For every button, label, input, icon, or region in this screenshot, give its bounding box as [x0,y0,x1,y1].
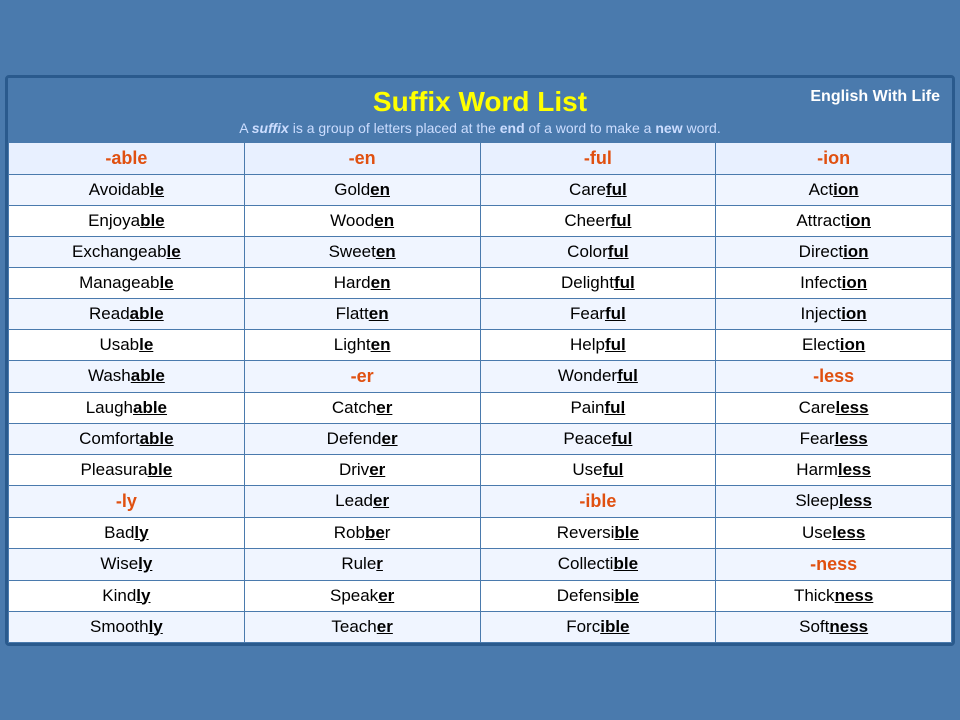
table-cell: Defensible [480,580,716,611]
table-row: Washable-erWonderful-less [9,360,952,392]
table-cell: Wonderful [480,360,716,392]
table-row: ReadableFlattenFearfulInjection [9,298,952,329]
table-cell: -en [244,142,480,174]
table-cell: Sweeten [244,236,480,267]
table-cell: Washable [9,360,245,392]
table-cell: Usable [9,329,245,360]
table-cell: Smoothly [9,611,245,642]
subtitle-suffix-word: suffix [252,120,289,136]
table-cell: -ful [480,142,716,174]
table-cell: -ible [480,485,716,517]
table-cell: Leader [244,485,480,517]
table-cell: Robber [244,517,480,548]
subtitle-end-word: end [500,120,525,136]
table-cell: Enjoyable [9,205,245,236]
table-row: SmoothlyTeacherForcibleSoftness [9,611,952,642]
table-cell: Harden [244,267,480,298]
table-cell: Election [716,329,952,360]
table-cell: -able [9,142,245,174]
table-cell: Colorful [480,236,716,267]
subtitle-new-word: new [655,120,682,136]
table-cell: Ruler [244,548,480,580]
table-row: PleasurableDriverUsefulHarmless [9,454,952,485]
table-cell: Readable [9,298,245,329]
table-cell: Wisely [9,548,245,580]
table-row: AvoidableGoldenCarefulAction [9,174,952,205]
table-cell: Golden [244,174,480,205]
header: Suffix Word List A suffix is a group of … [8,78,952,142]
table-row: BadlyRobberReversibleUseless [9,517,952,548]
table-cell: Sleepless [716,485,952,517]
table-cell: Flatten [244,298,480,329]
table-cell: -less [716,360,952,392]
table-cell: Direction [716,236,952,267]
table-row: -lyLeader-ibleSleepless [9,485,952,517]
table-cell: Reversible [480,517,716,548]
table-wrapper: -able-en-ful-ionAvoidableGoldenCarefulAc… [8,142,952,643]
table-cell: Careless [716,392,952,423]
table-row: WiselyRulerCollectible-ness [9,548,952,580]
table-cell: Useless [716,517,952,548]
table-cell: Attraction [716,205,952,236]
table-cell: Driver [244,454,480,485]
page-title: Suffix Word List [20,86,940,118]
table-cell: Fearful [480,298,716,329]
table-cell: Harmless [716,454,952,485]
table-cell: Teacher [244,611,480,642]
table-cell: Lighten [244,329,480,360]
table-cell: Exchangeable [9,236,245,267]
table-row: ExchangeableSweetenColorfulDirection [9,236,952,267]
table-cell: Manageable [9,267,245,298]
table-cell: Peaceful [480,423,716,454]
table-cell: Injection [716,298,952,329]
brand-label: English With Life [810,88,940,106]
table-cell: -ly [9,485,245,517]
table-cell: Speaker [244,580,480,611]
table-row: KindlySpeakerDefensibleThickness [9,580,952,611]
table-row: EnjoyableWoodenCheerfulAttraction [9,205,952,236]
table-cell: Fearless [716,423,952,454]
table-cell: Delightful [480,267,716,298]
main-container: Suffix Word List A suffix is a group of … [5,75,955,646]
table-cell: Softness [716,611,952,642]
table-cell: Infection [716,267,952,298]
table-cell: Helpful [480,329,716,360]
table-cell: -ness [716,548,952,580]
table-row: LaughableCatcherPainfulCareless [9,392,952,423]
table-row: UsableLightenHelpfulElection [9,329,952,360]
table-cell: Action [716,174,952,205]
table-cell: Avoidable [9,174,245,205]
table-cell: -er [244,360,480,392]
table-cell: Catcher [244,392,480,423]
table-cell: Forcible [480,611,716,642]
table-row: -able-en-ful-ion [9,142,952,174]
table-cell: Defender [244,423,480,454]
table-cell: Laughable [9,392,245,423]
subtitle: A suffix is a group of letters placed at… [20,120,940,136]
table-cell: Useful [480,454,716,485]
table-cell: Wooden [244,205,480,236]
table-cell: -ion [716,142,952,174]
table-cell: Kindly [9,580,245,611]
table-row: ComfortableDefenderPeacefulFearless [9,423,952,454]
table-cell: Cheerful [480,205,716,236]
word-table: -able-en-ful-ionAvoidableGoldenCarefulAc… [8,142,952,643]
table-cell: Comfortable [9,423,245,454]
table-cell: Painful [480,392,716,423]
table-cell: Careful [480,174,716,205]
table-cell: Pleasurable [9,454,245,485]
table-cell: Collectible [480,548,716,580]
table-cell: Thickness [716,580,952,611]
table-row: ManageableHardenDelightfulInfection [9,267,952,298]
table-cell: Badly [9,517,245,548]
